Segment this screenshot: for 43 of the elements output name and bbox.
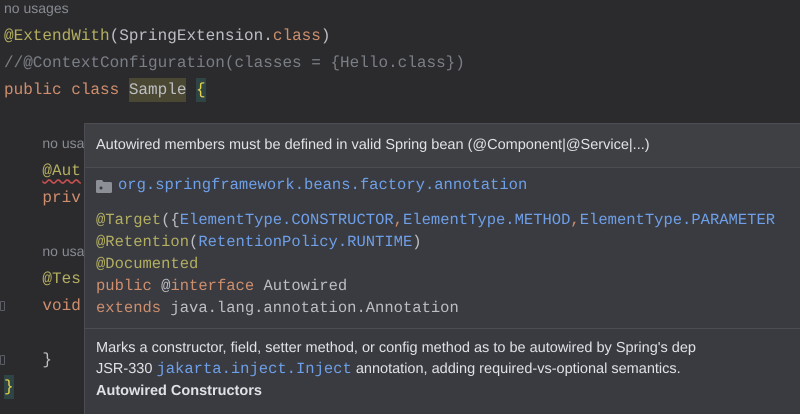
type-link[interactable]: ElementType.METHOD: [402, 209, 570, 233]
code-text: ): [412, 232, 422, 254]
code-text: Autowired: [263, 276, 348, 298]
fold-marker-icon[interactable]: [0, 301, 5, 311]
annotation-text: @Tes: [42, 268, 81, 290]
fold-marker-icon[interactable]: [0, 355, 5, 365]
package-folder-icon: [96, 180, 112, 192]
section-heading: Autowired Constructors: [96, 382, 263, 401]
code-text: }: [42, 350, 52, 370]
keyword-text: class: [272, 26, 321, 46]
code-text: (SpringExtension.: [110, 26, 273, 46]
annotation-text: @Documented: [96, 254, 198, 276]
brace-text: {: [196, 78, 206, 102]
annotation-text: @Retention: [96, 232, 190, 254]
code-text: (: [189, 232, 198, 254]
code-text: java.lang.annotation.Annotation: [170, 298, 459, 320]
type-link[interactable]: ElementType.PARAMETER: [580, 209, 776, 233]
description-text: Marks a constructor, field, setter method, or config method as to be autowired by Spring's dep JSR-330 jakarta.inject.Inject annotation, adding required-vs-optional semantics.: [96, 339, 697, 380]
type-link[interactable]: RetentionPolicy.RUNTIME: [198, 231, 412, 255]
usages-hint: no usa: [42, 242, 84, 261]
code-text: ({: [161, 210, 180, 232]
keyword-text: ,: [394, 210, 403, 232]
code-text: @: [161, 276, 170, 298]
inspection-message: Autowired members must be defined in valid Spring bean (@Component|@Service|...): [96, 136, 650, 155]
keyword-text: interface: [170, 276, 256, 298]
brace-text: }: [4, 374, 14, 398]
keyword-text: ,: [570, 210, 580, 232]
annotation-text: @Target: [96, 210, 162, 232]
keyword-text: public: [96, 276, 153, 298]
keyword-text: extends: [96, 298, 162, 320]
inject-link[interactable]: jakarta.inject.Inject: [156, 360, 352, 378]
keyword-text: priv: [42, 188, 81, 208]
usages-hint: no usa: [42, 134, 84, 153]
class-name-text: Sample: [128, 78, 186, 102]
type-link[interactable]: ElementType.CONSTRUCTOR: [180, 209, 394, 233]
usages-hint: no usages: [4, 0, 69, 18]
code-text: ): [320, 26, 330, 46]
keyword-text: void: [42, 296, 81, 316]
comment-text: //@ContextConfiguration(classes = {Hello.class}): [4, 52, 465, 74]
keyword-text: public class: [4, 80, 120, 100]
annotation-text: @ExtendWith: [4, 26, 110, 46]
package-link[interactable]: org.springframework.beans.factory.annotation: [118, 174, 528, 198]
annotation-text: @Aut: [42, 160, 81, 182]
